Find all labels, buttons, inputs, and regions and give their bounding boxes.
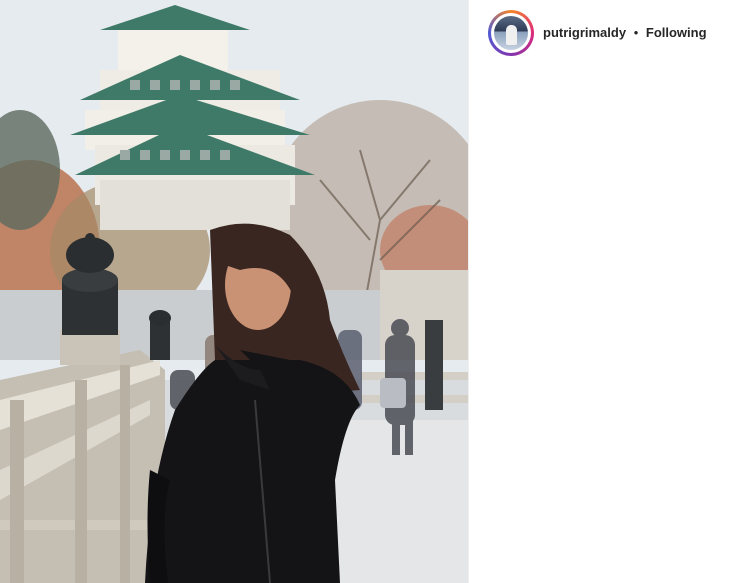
profile-avatar[interactable] bbox=[491, 13, 531, 53]
post-header: putrigrimaldy • Following bbox=[543, 24, 707, 42]
following-button[interactable]: Following bbox=[646, 25, 707, 40]
post-photo[interactable] bbox=[0, 0, 468, 583]
username-link[interactable]: putrigrimaldy bbox=[543, 25, 626, 40]
profile-picture-icon bbox=[494, 16, 528, 50]
separator-dot: • bbox=[633, 25, 639, 40]
instagram-post: putrigrimaldy • Following bbox=[0, 0, 745, 583]
avatar-figure bbox=[506, 25, 517, 45]
castle-portrait-photo bbox=[0, 0, 468, 583]
column-divider bbox=[468, 0, 469, 583]
